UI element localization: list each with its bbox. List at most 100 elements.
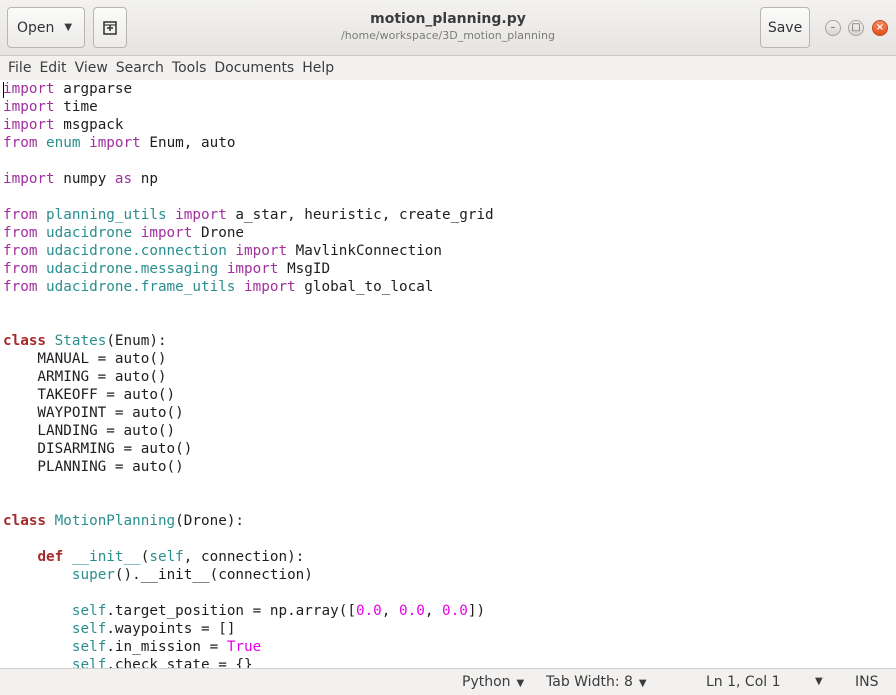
code-line[interactable]: WAYPOINT = auto() [3, 405, 184, 421]
code-token-num: 0.0 [442, 603, 468, 619]
code-token: (Enum): [106, 333, 167, 349]
code-token: ().__init__(connection) [114, 567, 313, 583]
code-line[interactable]: from udacidrone.connection import Mavlin… [3, 243, 442, 259]
menu-documents[interactable]: Documents [210, 56, 298, 80]
menu-tools[interactable]: Tools [168, 56, 211, 80]
close-icon[interactable]: × [872, 20, 888, 36]
code-line[interactable]: from udacidrone.messaging import MsgID [3, 261, 330, 277]
code-token-kw: from [3, 207, 38, 223]
code-line[interactable]: DISARMING = auto() [3, 441, 192, 457]
code-line[interactable]: self.target_position = np.array([0.0, 0.… [3, 603, 485, 619]
code-token: msgpack [54, 117, 124, 133]
language-selector[interactable]: Python ▼ [462, 673, 524, 693]
code-token: Enum, auto [140, 135, 236, 151]
code-line[interactable]: LANDING = auto() [3, 423, 175, 439]
code-line[interactable]: import msgpack [3, 117, 124, 133]
code-token: .in_mission = [106, 639, 227, 655]
chevron-down-icon: ▼ [516, 678, 525, 689]
cursor-position[interactable]: Ln 1, Col 1 [706, 673, 781, 691]
menu-view[interactable]: View [71, 56, 112, 80]
code-token: global_to_local [295, 279, 434, 295]
code-token-mod: self [71, 639, 107, 655]
code-token-kw2: def [37, 549, 64, 565]
code-token: np [132, 171, 158, 187]
code-token-mod: self [71, 603, 107, 619]
code-line[interactable]: from planning_utils import a_star, heuri… [3, 207, 494, 223]
tab-width-label: Tab Width: 8 [546, 674, 633, 690]
code-token: , [424, 603, 443, 619]
new-document-button[interactable] [93, 7, 127, 48]
open-button[interactable]: Open ▼ [7, 7, 85, 48]
code-token-mod: self [71, 657, 107, 668]
code-token-kw: import [3, 117, 55, 133]
code-token: time [54, 99, 98, 115]
code-token-kw: import [140, 225, 193, 241]
code-line[interactable]: from udacidrone import Drone [3, 225, 244, 241]
code-token: , [381, 603, 399, 619]
code-token-kw: from [3, 225, 38, 241]
code-token-mod: States [54, 333, 107, 349]
code-token-kw: as [114, 171, 133, 187]
code-token-mod: udacidrone.connection [46, 243, 227, 259]
code-token-kw2: class [3, 333, 47, 349]
menu-help[interactable]: Help [298, 56, 338, 80]
window-title-area: motion_planning.py /home/workspace/3D_mo… [260, 10, 636, 43]
window-subtitle: /home/workspace/3D_motion_planning [341, 29, 555, 42]
minimize-icon[interactable]: – [825, 20, 841, 36]
code-line[interactable]: TAKEOFF = auto() [3, 387, 175, 403]
chevron-down-icon[interactable]: ▼ [815, 673, 823, 691]
code-token: PLANNING = auto() [3, 459, 184, 475]
code-token: MavlinkConnection [287, 243, 443, 259]
code-editor[interactable]: import argparse import time import msgpa… [0, 80, 896, 668]
text-cursor [3, 82, 4, 98]
code-token: MsgID [278, 261, 331, 277]
code-token-mod: super [71, 567, 115, 583]
code-line[interactable]: import argparse [3, 81, 132, 97]
code-line[interactable]: import numpy as np [3, 171, 158, 187]
code-line[interactable]: ARMING = auto() [3, 369, 166, 385]
code-line[interactable]: MANUAL = auto() [3, 351, 167, 367]
code-line[interactable]: from enum import Enum, auto [3, 135, 235, 151]
menu-search[interactable]: Search [112, 56, 168, 80]
code-line[interactable]: self.waypoints = [] [3, 621, 236, 637]
code-line[interactable]: class States(Enum): [3, 333, 167, 349]
code-token-mod: udacidrone.messaging [46, 261, 219, 277]
chevron-down-icon: ▼ [638, 678, 647, 689]
code-token-kw: import [175, 207, 227, 223]
menu-file[interactable]: File [0, 56, 35, 80]
code-line[interactable]: import time [3, 99, 98, 115]
header-bar: Open ▼ motion_planning.py /home/workspac… [0, 0, 896, 56]
code-line[interactable]: self.check_state = {} [3, 657, 253, 668]
code-line[interactable]: PLANNING = auto() [3, 459, 184, 475]
code-text[interactable]: import argparse import time import msgpa… [0, 80, 896, 668]
code-token-kw: from [3, 279, 38, 295]
code-token: DISARMING = auto() [3, 441, 193, 457]
code-line[interactable]: from udacidrone.frame_utils import globa… [3, 279, 433, 295]
code-token-kw: import [235, 243, 288, 259]
code-token-kw: import [89, 135, 141, 151]
save-button[interactable]: Save [760, 7, 810, 48]
maximize-icon[interactable]: □ [848, 20, 864, 36]
window-title: motion_planning.py [370, 11, 526, 27]
code-line[interactable]: super().__init__(connection) [3, 567, 313, 583]
tab-width-selector[interactable]: Tab Width: 8 ▼ [546, 673, 647, 693]
open-label: Open [17, 19, 55, 36]
code-line[interactable]: def __init__(self, connection): [3, 549, 304, 565]
code-token: MANUAL = auto() [3, 351, 167, 367]
code-token: WAYPOINT = auto() [3, 405, 184, 421]
code-token-kw: from [3, 261, 38, 277]
code-line[interactable]: self.in_mission = True [3, 639, 261, 655]
code-token: argparse [54, 81, 133, 97]
code-line[interactable]: class MotionPlanning(Drone): [3, 513, 244, 529]
menu-edit[interactable]: Edit [35, 56, 70, 80]
